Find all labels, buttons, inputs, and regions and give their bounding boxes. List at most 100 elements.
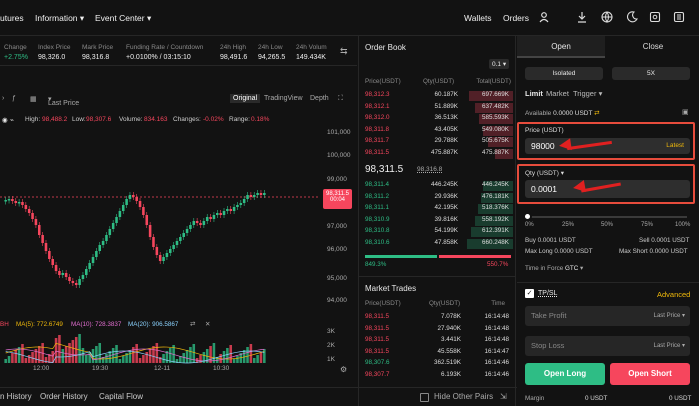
tab-capital-flow[interactable]: Capital Flow xyxy=(99,392,143,401)
orderbook-row[interactable]: 98,311.5 475.887K 475.887K xyxy=(363,148,513,159)
fullscreen-icon[interactable]: ⛶ xyxy=(338,95,343,103)
view-original[interactable]: Original xyxy=(230,94,261,103)
precision-select[interactable]: 0.1 ▾ xyxy=(489,59,510,69)
qty-slider-handle[interactable] xyxy=(523,212,532,221)
order-type-market[interactable]: Market xyxy=(546,89,569,98)
pointer-icon[interactable]: › xyxy=(2,95,4,102)
chart-settings-icon[interactable]: ⚙ xyxy=(340,365,347,374)
settings-icon[interactable] xyxy=(648,11,662,25)
ob-qty: 29.936K xyxy=(434,192,458,200)
stat-value: 98,491.6 xyxy=(220,54,248,61)
sell-info: Sell 0.0001 USDT xyxy=(639,237,690,244)
candle-body xyxy=(172,245,175,249)
candle-body xyxy=(115,217,118,223)
globe-icon[interactable] xyxy=(600,11,614,25)
orderbook-row[interactable]: 98,311.8 43.405K 549.080K xyxy=(363,125,513,136)
nav-wallets[interactable]: Wallets xyxy=(464,13,492,23)
view-tradingview[interactable]: TradingView xyxy=(264,95,303,102)
ma-collapse-icon[interactable]: ⇄ xyxy=(190,321,195,328)
volume-bar xyxy=(246,347,249,363)
calculator-icon[interactable]: ▣ xyxy=(682,108,689,116)
qty-input[interactable]: 0.0001 xyxy=(525,180,690,198)
ma10-label: MA(10): 728.3837 xyxy=(71,321,122,328)
candle-body xyxy=(202,221,206,225)
transfer-icon[interactable]: ⇄ xyxy=(594,110,599,117)
orderbook-row[interactable]: 98,312.1 51.889K 637.482K xyxy=(363,102,513,113)
tab-position-history[interactable]: n History xyxy=(0,392,32,401)
price-chart[interactable]: 101,000 100,000 99,000 97,000 96,000 95,… xyxy=(0,125,357,375)
time-in-force[interactable]: Time in Force GTC ▾ xyxy=(525,265,583,272)
advanced-link[interactable]: Advanced xyxy=(657,290,690,299)
orderbook-row[interactable]: 98,311.1 42.195K 518.376K xyxy=(363,204,513,214)
candle-body xyxy=(61,273,65,275)
sl-trigger-select[interactable]: Last Price ▾ xyxy=(654,342,685,349)
indicator-icon[interactable]: ƒ xyxy=(12,95,16,102)
candle-body xyxy=(182,233,185,237)
volume-bar xyxy=(152,346,155,363)
tab-open[interactable]: Open xyxy=(517,36,605,58)
stop-loss-input[interactable]: Stop Loss Last Price ▾ xyxy=(525,336,690,356)
candle-body xyxy=(165,253,169,257)
high-label: High: xyxy=(25,116,41,123)
ohlc-eye-icon[interactable]: ◉ xyxy=(2,116,8,124)
candle-body xyxy=(54,265,58,271)
price-tag-countdown: 00:04 xyxy=(329,197,345,203)
tab-close[interactable]: Close xyxy=(607,36,699,58)
tpsl-checkbox[interactable]: ✓ xyxy=(525,289,534,298)
orderbook-row[interactable]: 98,312.3 60.187K 697.669K xyxy=(363,91,513,101)
margin-mode-button[interactable]: Isolated xyxy=(525,67,603,80)
leverage-button[interactable]: 5X xyxy=(612,67,690,80)
candle-body xyxy=(246,195,249,199)
order-type-trigger[interactable]: Trigger ▾ xyxy=(573,89,602,98)
orderbook-row[interactable]: 98,310.8 54.199K 612.391K xyxy=(363,227,513,237)
open-short-button[interactable]: Open Short xyxy=(610,363,690,385)
volume-bar xyxy=(98,343,102,363)
vol-tick: 2K xyxy=(327,342,335,349)
qty-slider[interactable] xyxy=(527,216,687,218)
tp-trigger-select[interactable]: Last Price ▾ xyxy=(654,312,685,319)
orderbook-row[interactable]: 98,311.7 29.788K 505.675K xyxy=(363,137,513,147)
orderbook-row[interactable]: 98,310.6 47.858K 660.248K xyxy=(363,238,513,249)
ob-total: 558.192K xyxy=(482,215,509,223)
nav-futures[interactable]: utures xyxy=(0,13,24,23)
ob-qty: 42.195K xyxy=(434,204,458,211)
price-type-select[interactable]: Last Price ▾ xyxy=(48,95,79,107)
trade-row: 98,311.5 45.558K 16:14:47 xyxy=(363,348,513,358)
user-icon[interactable] xyxy=(537,11,551,25)
download-icon[interactable] xyxy=(575,11,589,25)
trade-price: 98,311.5 xyxy=(365,347,390,355)
qty-label[interactable]: Qty (USDT) ▾ xyxy=(525,169,564,177)
ob-header-qty: Qty(USDT) xyxy=(423,78,455,85)
swap-icon[interactable]: ⇆ xyxy=(340,46,348,57)
nav-orders[interactable]: Orders xyxy=(503,13,529,23)
volume-bar xyxy=(118,359,122,363)
orderbook-row[interactable]: 98,312.0 36.513K 585.593K xyxy=(363,114,513,124)
orderbook-row[interactable]: 98,310.9 39.816K 558.192K xyxy=(363,215,513,226)
view-depth[interactable]: Depth xyxy=(310,95,329,102)
sell-ratio-bar xyxy=(439,255,511,258)
menu-icon[interactable] xyxy=(672,11,686,25)
nav-information[interactable]: Information ▾ xyxy=(35,13,84,24)
volume-bar xyxy=(68,343,71,363)
trade-row: 98,307.6 362.519K 16:14:46 xyxy=(363,359,513,369)
grid-icon[interactable]: ▦ xyxy=(30,95,37,103)
candle-body xyxy=(236,205,239,207)
tab-order-history[interactable]: Order History xyxy=(40,392,88,401)
available-balance: Available 0.0000 USDT ⇄ xyxy=(525,110,600,117)
trade-row: 98,307.7 6.193K 16:14:46 xyxy=(363,371,513,381)
orderbook-row[interactable]: 98,311.4 446.245K 446.245K xyxy=(363,181,513,191)
volume-bar xyxy=(189,347,192,363)
candle-body xyxy=(216,213,219,215)
take-profit-input[interactable]: Take Profit Last Price ▾ xyxy=(525,306,690,326)
latest-price-button[interactable]: Latest xyxy=(666,142,684,149)
candle-body xyxy=(232,207,236,211)
moon-icon[interactable] xyxy=(625,11,639,25)
ma-close-icon[interactable]: ✕ xyxy=(205,321,210,328)
orderbook-row[interactable]: 98,311.2 29.936K 476.181K xyxy=(363,192,513,203)
ma-line xyxy=(5,343,265,360)
volume-bar xyxy=(259,352,263,363)
nav-event-center[interactable]: Event Center ▾ xyxy=(95,13,151,24)
ob-total: 549.080K xyxy=(482,125,509,133)
order-type-limit[interactable]: Limit xyxy=(525,89,543,98)
open-long-button[interactable]: Open Long xyxy=(525,363,605,385)
